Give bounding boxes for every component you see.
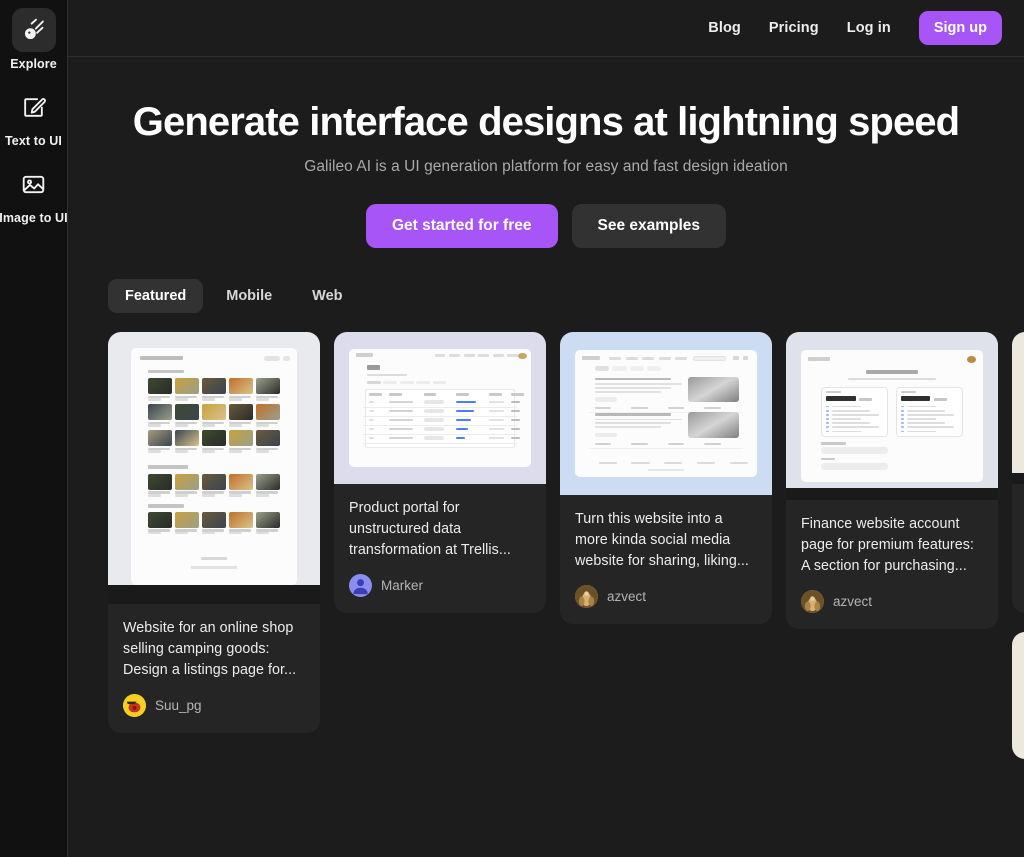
- author-name: azvect: [607, 589, 647, 605]
- hero-section: Generate interface designs at lightning …: [68, 57, 1024, 248]
- pencil-square-icon: [12, 85, 56, 129]
- image-icon: [12, 162, 56, 206]
- nav-link-blog[interactable]: Blog: [708, 20, 741, 36]
- gallery-card[interactable]: Finance website account page for premium…: [786, 332, 998, 630]
- avatar: [123, 694, 146, 718]
- gallery-card[interactable]: [1012, 632, 1024, 760]
- card-thumbnail: [786, 332, 998, 500]
- gallery-card[interactable]: Website for an online shop selling campi…: [108, 332, 320, 734]
- top-navigation-bar: Blog Pricing Log in Sign up: [68, 0, 1024, 57]
- card-thumbnail: [1012, 632, 1024, 760]
- author-name: Marker: [381, 578, 424, 594]
- cta-button-row: Get started for free See examples: [68, 204, 1024, 248]
- author-name: Suu_pg: [155, 698, 202, 714]
- sidebar-item-image-to-ui[interactable]: Image to UI: [0, 162, 68, 239]
- card-title: Finance website account page for premium…: [801, 516, 974, 575]
- card-author: azvect: [801, 590, 983, 614]
- tab-featured[interactable]: Featured: [108, 279, 204, 313]
- avatar: [575, 585, 598, 609]
- card-body: Turn this website into a more kinda soci…: [560, 495, 772, 624]
- gallery-card[interactable]: Rent-to-own SaaS marketplace for single …: [1012, 332, 1024, 614]
- card-thumbnail: [560, 332, 772, 495]
- sidebar-item-label: Explore: [10, 57, 57, 71]
- sign-up-button[interactable]: Sign up: [918, 11, 1002, 45]
- avatar: [349, 574, 372, 598]
- card-title: Product portal for unstructured data tra…: [349, 500, 511, 559]
- sidebar: Explore Text to UI Image to UI: [0, 0, 68, 857]
- page-subtitle: Galileo AI is a UI generation platform f…: [304, 158, 788, 175]
- card-author: azvect: [575, 585, 757, 609]
- sidebar-item-explore[interactable]: Explore: [0, 8, 68, 85]
- card-body: Finance website account page for premium…: [786, 500, 998, 629]
- get-started-button[interactable]: Get started for free: [365, 204, 558, 248]
- card-title: Turn this website into a more kinda soci…: [575, 511, 749, 570]
- sidebar-item-label: Text to UI: [4, 134, 63, 148]
- card-body: Product portal for unstructured data tra…: [334, 484, 546, 613]
- card-body: Website for an online shop selling campi…: [108, 604, 320, 733]
- nav-link-log-in[interactable]: Log in: [847, 20, 891, 36]
- comet-icon: [11, 8, 56, 52]
- main-content: Blog Pricing Log in Sign up Generate interf…: [68, 0, 1024, 857]
- nav-link-pricing[interactable]: Pricing: [769, 20, 819, 36]
- page-title: Generate interface designs at lightning …: [132, 100, 960, 144]
- category-tabs: Featured Mobile Web: [68, 279, 1024, 313]
- author-name: azvect: [833, 594, 873, 610]
- card-author: Marker: [349, 574, 531, 598]
- avatar: [801, 590, 824, 614]
- tab-web[interactable]: Web: [295, 279, 359, 313]
- card-body: Rent-to-own SaaS marketplace for single …: [1012, 484, 1024, 613]
- card-title: Website for an online shop selling campi…: [123, 620, 297, 679]
- gallery-grid: Website for an online shop selling campi…: [68, 332, 1024, 857]
- sidebar-item-text-to-ui[interactable]: Text to UI: [0, 85, 68, 162]
- gallery-card[interactable]: Turn this website into a more kinda soci…: [560, 332, 772, 625]
- card-thumbnail: [108, 332, 320, 604]
- gallery-card[interactable]: Product portal for unstructured data tra…: [334, 332, 546, 614]
- see-examples-button[interactable]: See examples: [571, 204, 727, 248]
- tab-mobile[interactable]: Mobile: [209, 279, 289, 313]
- card-thumbnail: [334, 332, 546, 484]
- sidebar-item-label: Image to UI: [0, 211, 68, 225]
- card-author: Suu_pg: [123, 694, 305, 718]
- card-thumbnail: [1012, 332, 1024, 484]
